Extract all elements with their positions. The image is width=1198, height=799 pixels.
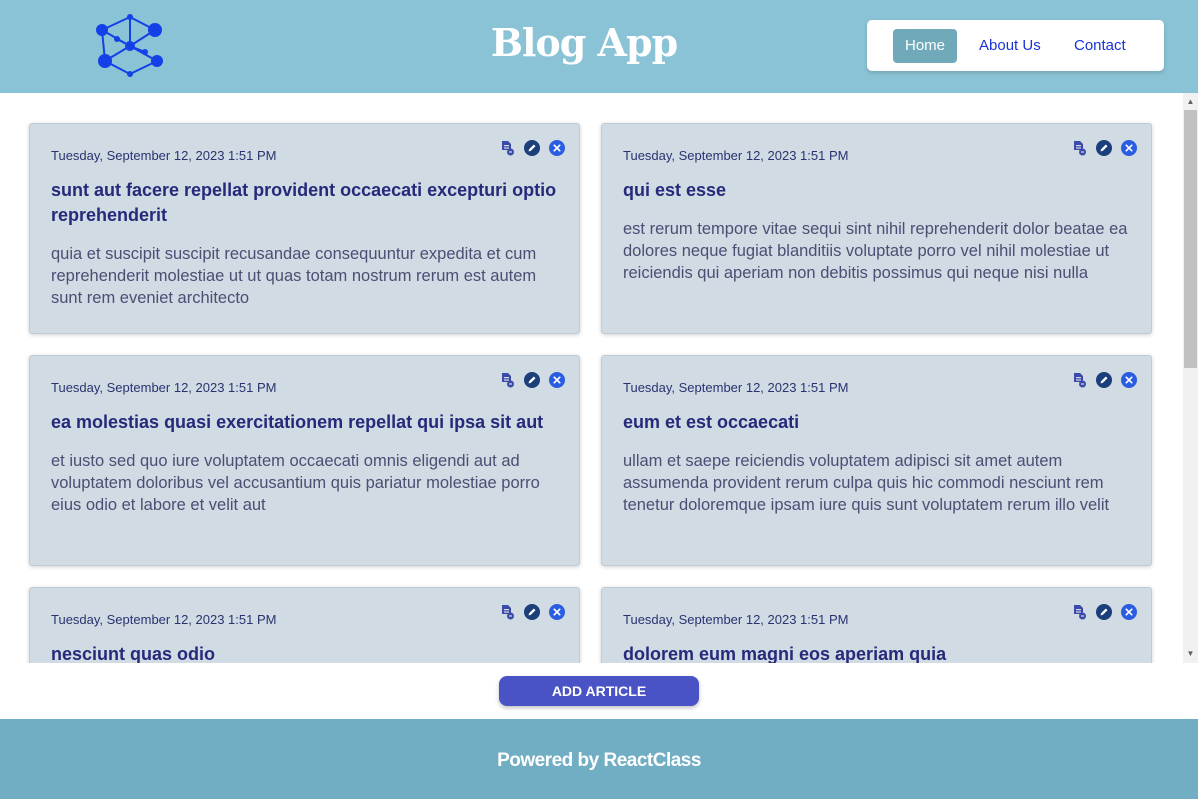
nav-contact-link[interactable]: Contact [1074,29,1126,63]
delete-icon[interactable] [549,604,565,620]
article-actions [499,140,565,156]
article-title: qui est esse [623,180,727,200]
article-card: Tuesday, September 12, 2023 1:51 PM ea m… [29,355,580,566]
article-title: sunt aut facere repellat provident occae… [51,180,557,225]
article-card: Tuesday, September 12, 2023 1:51 PM nesc… [29,587,580,663]
delete-icon[interactable] [549,372,565,388]
vertical-scrollbar[interactable]: ▲ ▼ [1183,93,1198,663]
delete-icon[interactable] [1121,140,1137,156]
article-body: ullam et saepe reiciendis voluptatem adi… [623,452,1110,514]
app-header: Blog App Home About Us Contact [0,0,1198,93]
delete-icon[interactable] [1121,372,1137,388]
main-nav: Home About Us Contact [867,20,1164,71]
scroll-down-arrow-icon[interactable]: ▼ [1183,647,1198,661]
edit-icon[interactable] [1096,372,1112,388]
nav-about-link[interactable]: About Us [979,29,1041,63]
scroll-up-arrow-icon[interactable]: ▲ [1183,95,1198,109]
edit-icon[interactable] [524,604,540,620]
app-footer: Powered by ReactClass [0,719,1198,799]
article-body: est rerum tempore vitae sequi sint nihil… [623,220,1128,282]
article-body: et iusto sed quo iure voluptatem occaeca… [51,452,540,514]
article-actions [499,604,565,620]
footer-text: Powered by ReactClass [497,750,701,771]
nav-home-link[interactable]: Home [893,29,958,63]
article-actions [1071,140,1137,156]
article-date: Tuesday, September 12, 2023 1:51 PM [623,612,849,627]
details-icon[interactable] [1071,140,1087,156]
article-date: Tuesday, September 12, 2023 1:51 PM [623,148,849,163]
details-icon[interactable] [1071,604,1087,620]
article-card: Tuesday, September 12, 2023 1:51 PM eum … [601,355,1152,566]
article-title: eum et est occaecati [623,412,800,432]
edit-icon[interactable] [1096,604,1112,620]
article-card: Tuesday, September 12, 2023 1:51 PM dolo… [601,587,1152,663]
details-icon[interactable] [1071,372,1087,388]
details-icon[interactable] [499,604,515,620]
article-title: nesciunt quas odio [51,644,216,663]
article-card: Tuesday, September 12, 2023 1:51 PM sunt… [29,123,580,334]
scrollbar-thumb[interactable] [1184,110,1197,368]
article-title: ea molestias quasi exercitationem repell… [51,412,544,432]
details-icon[interactable] [499,372,515,388]
article-date: Tuesday, September 12, 2023 1:51 PM [51,148,277,163]
edit-icon[interactable] [524,140,540,156]
article-date: Tuesday, September 12, 2023 1:51 PM [51,380,277,395]
details-icon[interactable] [499,140,515,156]
add-article-button[interactable]: ADD ARTICLE [499,676,699,706]
article-date: Tuesday, September 12, 2023 1:51 PM [51,612,277,627]
article-actions [1071,604,1137,620]
article-actions [499,372,565,388]
articles-grid: Tuesday, September 12, 2023 1:51 PM sunt… [29,123,1152,663]
article-date: Tuesday, September 12, 2023 1:51 PM [623,380,849,395]
article-actions [1071,372,1137,388]
article-card: Tuesday, September 12, 2023 1:51 PM qui … [601,123,1152,334]
delete-icon[interactable] [549,140,565,156]
article-body: quia et suscipit suscipit recusandae con… [51,245,537,307]
edit-icon[interactable] [1096,140,1112,156]
article-title: dolorem eum magni eos aperiam quia [623,644,947,663]
articles-scroll-area[interactable]: Tuesday, September 12, 2023 1:51 PM sunt… [0,93,1198,663]
edit-icon[interactable] [524,372,540,388]
delete-icon[interactable] [1121,604,1137,620]
